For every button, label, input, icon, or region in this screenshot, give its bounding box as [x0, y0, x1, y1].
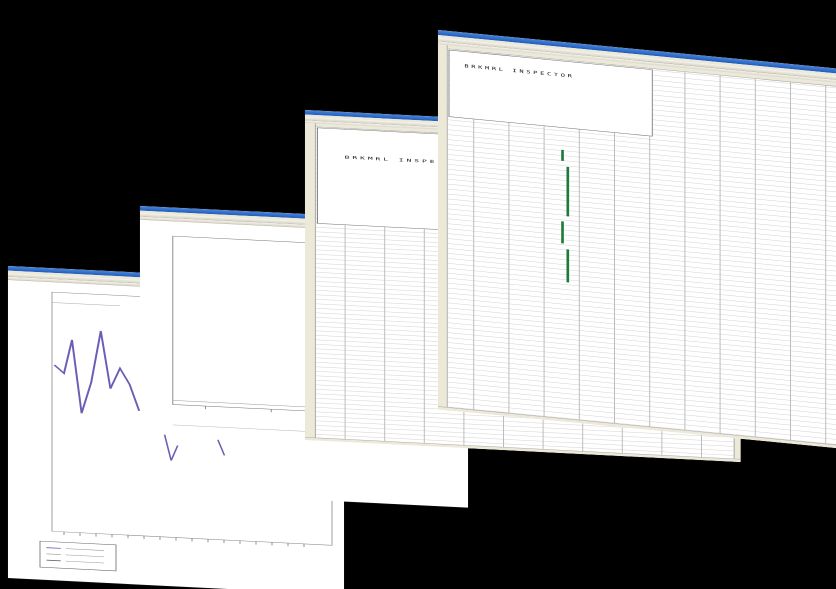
row-headers[interactable]: [305, 123, 316, 441]
status-marker: [561, 149, 564, 161]
status-marker: [561, 221, 564, 244]
spreadsheet-form-window[interactable]: BRKMRL INSPECTOR: [438, 30, 836, 449]
screenshot-collage: BRKMRL INSPECTOR BRKMRL INSPECTOR: [0, 0, 836, 589]
inset-series-line: [163, 434, 179, 461]
spreadsheet-grid[interactable]: BRKMRL INSPECTOR: [438, 44, 836, 449]
chart-legend: [39, 540, 117, 572]
row-headers[interactable]: [438, 44, 448, 411]
status-marker: [566, 249, 570, 283]
status-marker: [566, 166, 570, 217]
